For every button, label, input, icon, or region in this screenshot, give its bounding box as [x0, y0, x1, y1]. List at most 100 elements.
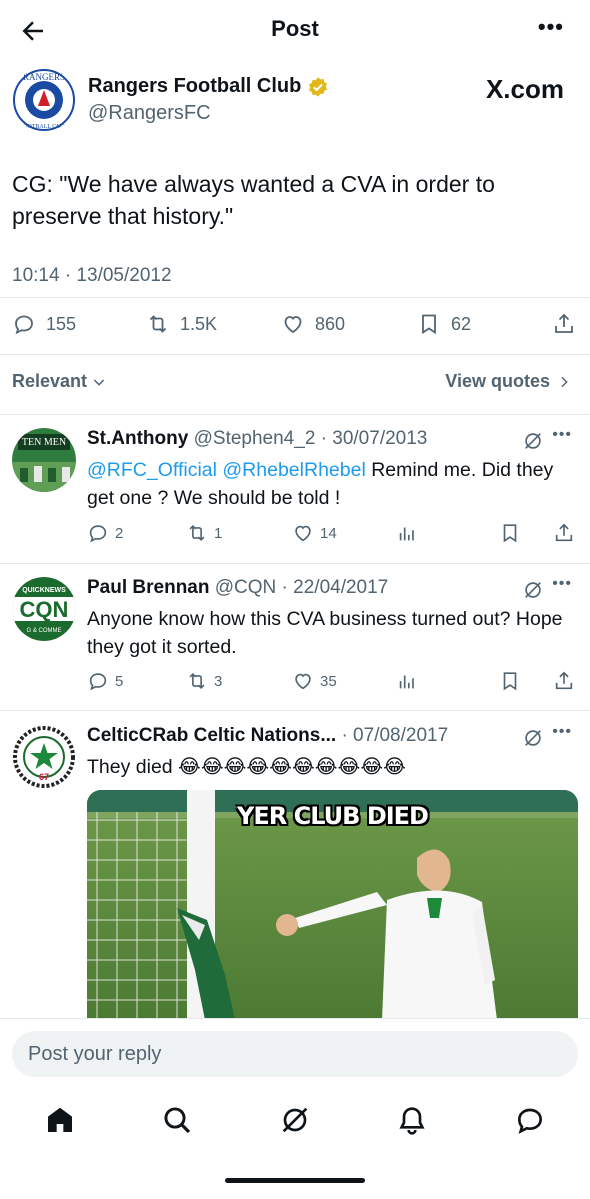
- share-icon: [555, 671, 573, 690]
- reply-actions: 5 3 35: [87, 670, 577, 694]
- like-count: 35: [320, 672, 337, 690]
- reply-input[interactable]: Post your reply: [12, 1031, 578, 1077]
- mention-link[interactable]: @RhebelRhebel: [222, 459, 365, 481]
- more-options-icon[interactable]: •••: [538, 14, 564, 40]
- like-icon: [295, 525, 311, 542]
- bookmark-count: 62: [451, 313, 472, 334]
- repost-button[interactable]: 1.5K: [146, 312, 217, 336]
- notifications-icon[interactable]: [396, 1104, 428, 1136]
- avatar[interactable]: RANGERS FOOTBALL CLUB: [12, 68, 76, 132]
- repost-count: 1: [214, 524, 223, 542]
- avatar[interactable]: 67: [12, 725, 76, 789]
- share-button[interactable]: [553, 522, 581, 544]
- mention-link[interactable]: @RFC_Official: [87, 459, 217, 481]
- home-icon[interactable]: [44, 1104, 76, 1136]
- reply-meta: · 07/08/2017: [336, 725, 449, 746]
- avatar-text: QUICKNEWS: [22, 587, 66, 594]
- reply-media-image[interactable]: YER CLUB DIED: [87, 790, 578, 1020]
- home-indicator: [225, 1178, 365, 1183]
- bookmark-button[interactable]: [499, 522, 527, 544]
- avatar[interactable]: QUICKNEWS CQN G & COMME: [12, 577, 76, 641]
- divider: [0, 710, 590, 711]
- divider: [0, 563, 590, 564]
- reply-header: Paul Brennan @CQN · 22/04/2017: [87, 577, 507, 599]
- grok-icon[interactable]: [522, 579, 544, 601]
- more-options-icon[interactable]: •••: [552, 575, 572, 593]
- reply-author-name[interactable]: CelticCRab Celtic Nations...: [87, 725, 336, 746]
- media-caption: YER CLUB DIED: [237, 802, 429, 830]
- reply-count: 5: [115, 672, 124, 690]
- share-button[interactable]: [552, 312, 586, 336]
- reply-count: 2: [115, 524, 124, 542]
- reply-icon: [89, 673, 107, 691]
- page-title: Post: [271, 16, 319, 41]
- chevron-down-icon: [93, 378, 105, 386]
- avatar-text: 67: [39, 772, 49, 782]
- repost-icon: [189, 672, 205, 690]
- reply-count: 155: [46, 313, 77, 334]
- share-button[interactable]: [553, 670, 581, 692]
- author-handle[interactable]: @RangersFC: [88, 102, 211, 125]
- repost-icon: [189, 524, 205, 542]
- repost-count: 3: [214, 672, 223, 690]
- bookmark-button[interactable]: [499, 670, 527, 692]
- avatar-text: TEN MEN: [22, 437, 66, 448]
- repost-icon: [149, 315, 167, 333]
- repost-button[interactable]: 1: [186, 522, 222, 544]
- tweet-text: CG: "We have always wanted a CVA in orde…: [12, 171, 495, 229]
- view-quotes-label: View quotes: [445, 371, 550, 391]
- more-options-icon[interactable]: •••: [552, 426, 572, 444]
- view-quotes-link[interactable]: View quotes: [445, 371, 572, 392]
- reply-meta: @CQN · 22/04/2017: [209, 577, 389, 598]
- reply-text: They died 😂😂😂😂😂😂😂😂😂😂: [87, 756, 406, 778]
- author-row: Rangers Football Club: [88, 75, 329, 98]
- avatar-text: CQN: [20, 597, 69, 622]
- bottom-nav: [0, 1088, 590, 1158]
- author-name[interactable]: Rangers Football Club: [88, 75, 301, 98]
- sort-label: Relevant: [12, 371, 88, 391]
- share-icon: [555, 313, 573, 333]
- bookmark-icon: [503, 672, 517, 691]
- messages-icon[interactable]: [514, 1104, 546, 1136]
- repost-count: 1.5K: [180, 313, 218, 334]
- sort-dropdown[interactable]: Relevant: [12, 371, 107, 392]
- sort-bar: Relevant View quotes: [0, 368, 590, 398]
- x-logo-icon: X.com: [486, 74, 564, 105]
- repost-button[interactable]: 3: [186, 670, 222, 692]
- like-button[interactable]: 860: [281, 312, 345, 336]
- views-button[interactable]: [396, 522, 424, 544]
- reply-button[interactable]: 5: [87, 670, 123, 692]
- reply-author-name[interactable]: Paul Brennan: [87, 577, 209, 598]
- reply-header: CelticCRab Celtic Nations... · 07/08/201…: [87, 725, 507, 747]
- source-logo-text: X.com: [485, 74, 564, 104]
- views-button[interactable]: [396, 670, 424, 692]
- bookmark-icon: [503, 524, 517, 543]
- reply-actions: 2 1 14: [87, 522, 577, 546]
- reply-button[interactable]: 2: [87, 522, 123, 544]
- reply-button[interactable]: 155: [12, 312, 76, 336]
- like-button[interactable]: 35: [292, 670, 337, 692]
- reply-icon: [15, 315, 33, 335]
- avatar[interactable]: TEN MEN: [12, 428, 76, 492]
- grok-icon[interactable]: [522, 430, 544, 452]
- svg-text:RANGERS: RANGERS: [23, 72, 65, 82]
- more-options-icon[interactable]: •••: [552, 723, 572, 741]
- chevron-right-icon: [561, 376, 568, 387]
- bookmark-button[interactable]: 62: [417, 312, 471, 336]
- reply-placeholder: Post your reply: [28, 1042, 162, 1065]
- grok-icon[interactable]: [279, 1104, 311, 1136]
- reply-text: @RFC_Official @RhebelRhebel Remind me. D…: [87, 456, 577, 512]
- reply-header: St.Anthony @Stephen4_2 · 30/07/2013: [87, 428, 507, 450]
- tweet-timestamp[interactable]: 10:14 · 13/05/2012: [12, 265, 172, 287]
- grok-icon[interactable]: [522, 727, 544, 749]
- reply-icon: [89, 525, 107, 543]
- like-count: 860: [315, 313, 346, 334]
- tweet-actions: 155 1.5K 860 62: [0, 312, 590, 340]
- avatar-text: G & COMME: [26, 628, 61, 634]
- like-button[interactable]: 14: [292, 522, 337, 544]
- top-bar: Post •••: [0, 0, 590, 62]
- like-icon: [295, 673, 311, 690]
- reply-author-name[interactable]: St.Anthony: [87, 428, 188, 449]
- share-icon: [555, 523, 573, 542]
- search-icon[interactable]: [161, 1104, 193, 1136]
